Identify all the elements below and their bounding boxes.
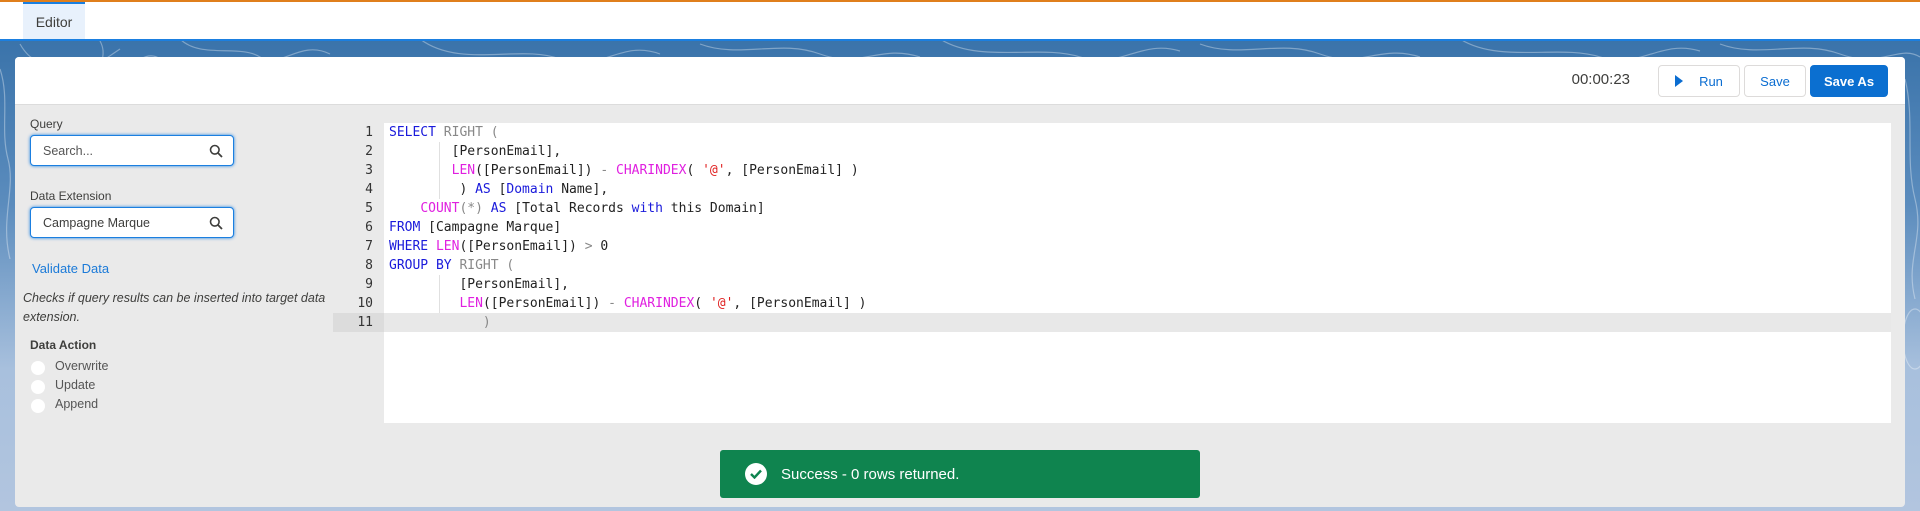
check-circle-icon bbox=[745, 463, 767, 485]
code-text: COUNT(*) AS [Total Records with this Dom… bbox=[420, 201, 765, 216]
code-text: LEN([PersonEmail]) - CHARINDEX( '@', [Pe… bbox=[451, 163, 859, 178]
success-toast: Success - 0 rows returned. bbox=[720, 450, 1200, 498]
save-as-button[interactable]: Save As bbox=[1810, 65, 1888, 97]
line-number: 5 bbox=[365, 201, 373, 216]
run-button[interactable]: Run bbox=[1658, 65, 1740, 97]
radio-overwrite[interactable] bbox=[31, 361, 45, 375]
code-line[interactable]: 5 COUNT(*) AS [Total Records with this D… bbox=[333, 199, 1891, 218]
code-text: [PersonEmail], bbox=[389, 144, 562, 159]
radio-append-label: Append bbox=[55, 397, 99, 411]
query-search-input[interactable]: Search... bbox=[30, 135, 234, 166]
code-text: SELECT RIGHT ( bbox=[389, 125, 499, 140]
code-text: ) AS [Domain Name], bbox=[389, 182, 609, 197]
line-number: 1 bbox=[365, 125, 373, 140]
tab-editor[interactable]: Editor bbox=[23, 2, 85, 39]
line-number: 2 bbox=[365, 144, 373, 159]
toolbar: 00:00:23 Run Save Save As bbox=[15, 57, 1905, 105]
radio-append[interactable] bbox=[31, 399, 45, 413]
play-icon bbox=[1675, 75, 1684, 87]
code-text: [PersonEmail], bbox=[389, 277, 570, 292]
line-number: 9 bbox=[365, 277, 373, 292]
line-number: 7 bbox=[365, 239, 373, 254]
radio-update-label: Update bbox=[55, 378, 96, 392]
line-number: 6 bbox=[365, 220, 373, 235]
line-number: 3 bbox=[365, 163, 373, 178]
code-text: GROUP BY RIGHT ( bbox=[389, 258, 515, 273]
code-line[interactable]: 7 WHERE LEN([PersonEmail]) > 0 bbox=[333, 237, 1891, 256]
timer: 00:00:23 bbox=[1571, 71, 1630, 88]
radio-overwrite-label: Overwrite bbox=[55, 359, 109, 373]
code-line[interactable]: 6 FROM [Campagne Marque] bbox=[333, 218, 1891, 237]
code-text: LEN([PersonEmail]) - CHARINDEX( '@', [Pe… bbox=[459, 296, 867, 311]
tab-bar: Editor bbox=[0, 2, 1920, 39]
header-divider bbox=[0, 39, 1920, 41]
validate-help-text: Checks if query results can be inserted … bbox=[23, 291, 326, 324]
code-line[interactable]: 4 ) AS [Domain Name], bbox=[333, 180, 1891, 199]
data-extension-value: Campagne Marque bbox=[43, 215, 151, 230]
code-line[interactable]: 8 GROUP BY RIGHT ( bbox=[333, 256, 1891, 275]
data-action-label: Data Action bbox=[30, 338, 97, 352]
line-number: 11 bbox=[333, 313, 384, 332]
code-line[interactable]: 1 SELECT RIGHT ( bbox=[333, 123, 1891, 142]
search-icon[interactable] bbox=[209, 216, 223, 230]
code-line[interactable]: 3 LEN([PersonEmail]) - CHARINDEX( '@', [… bbox=[333, 161, 1891, 180]
query-search-placeholder: Search... bbox=[43, 143, 94, 158]
radio-update[interactable] bbox=[31, 380, 45, 394]
line-number: 4 bbox=[365, 182, 373, 197]
line-number: 10 bbox=[357, 296, 373, 311]
code-text: WHERE LEN([PersonEmail]) > 0 bbox=[389, 239, 609, 254]
code-editor[interactable]: 1 SELECT RIGHT (2 [PersonEmail], 3 LEN([Pe… bbox=[333, 123, 1891, 423]
query-label: Query bbox=[30, 117, 63, 131]
line-number: 8 bbox=[365, 258, 373, 273]
toast-message: Success - 0 rows returned. bbox=[781, 465, 960, 483]
code-line[interactable]: 11 ) bbox=[333, 313, 1891, 332]
code-line[interactable]: 10 LEN([PersonEmail]) - CHARINDEX( '@', … bbox=[333, 294, 1891, 313]
data-extension-label: Data Extension bbox=[30, 189, 112, 203]
data-extension-input[interactable]: Campagne Marque bbox=[30, 207, 234, 238]
code-line[interactable]: 9 [PersonEmail], bbox=[333, 275, 1891, 294]
run-label: Run bbox=[1699, 73, 1723, 89]
code-text: FROM [Campagne Marque] bbox=[389, 220, 562, 235]
sidebar: Query Search... Data Extension Campagne … bbox=[15, 106, 335, 506]
validate-data-link[interactable]: Validate Data bbox=[32, 261, 109, 276]
code-text: ) bbox=[389, 315, 491, 330]
query-editor-panel: 00:00:23 Run Save Save As Query Search..… bbox=[15, 57, 1905, 507]
search-icon[interactable] bbox=[209, 144, 223, 158]
save-button[interactable]: Save bbox=[1744, 65, 1806, 97]
code-line[interactable]: 2 [PersonEmail], bbox=[333, 142, 1891, 161]
